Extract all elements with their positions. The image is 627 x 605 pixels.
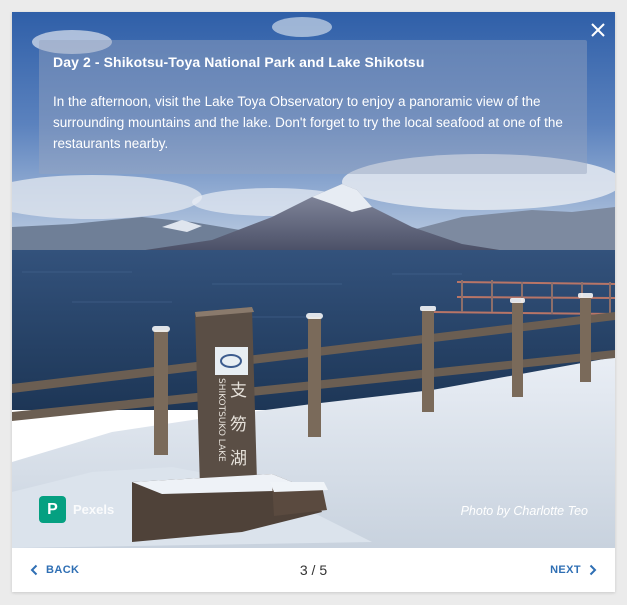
photo-credit: Photo by Charlotte Teo [460, 504, 588, 518]
slide-footer: BACK 3 / 5 NEXT [12, 548, 615, 592]
pexels-logo-icon: P [39, 496, 66, 523]
sign-kanji-1: 支 [230, 381, 247, 401]
sign-vertical-text: SHIKOTSUKO LAKE [216, 378, 226, 462]
pexels-logo: P Pexels [39, 496, 114, 523]
slide-description: In the afternoon, visit the Lake Toya Ob… [53, 94, 563, 151]
close-button[interactable] [589, 21, 607, 39]
provider-name: Pexels [73, 502, 115, 517]
sign-kanji-3: 湖 [230, 449, 247, 469]
sign-kanji-2: 笏 [230, 415, 247, 435]
slide-title: Day 2 - Shikotsu-Toya National Park and … [53, 54, 425, 70]
page-indicator: 3 / 5 [299, 562, 328, 578]
lightbox-card: 支 笏 湖 SHIKOTSUKO LAKE Day 2 - Shikotsu-T… [12, 12, 615, 592]
slide-caption: Day 2 - Shikotsu-Toya National Park and … [39, 40, 587, 174]
slide-photo: 支 笏 湖 SHIKOTSUKO LAKE Day 2 - Shikotsu-T… [12, 12, 615, 548]
close-icon [591, 23, 605, 37]
